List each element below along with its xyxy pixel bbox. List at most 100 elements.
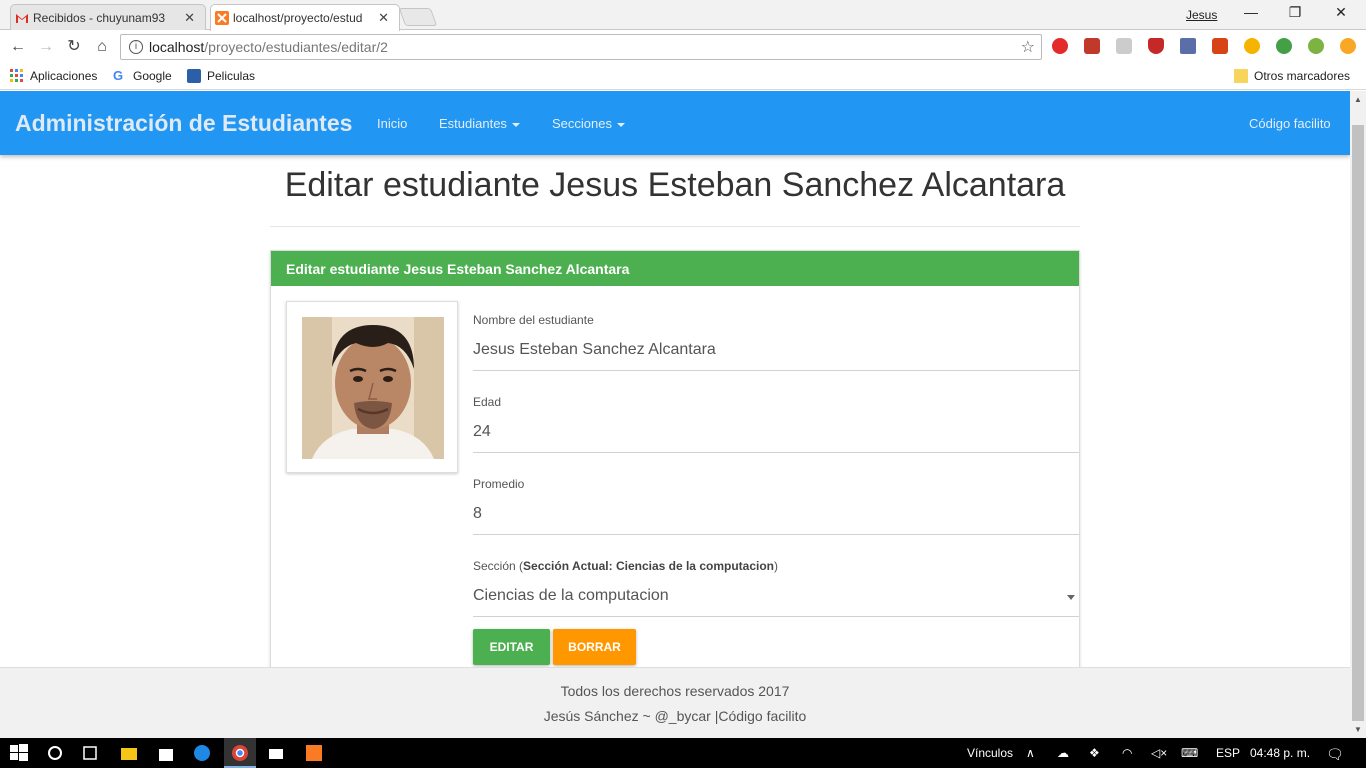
- close-window-icon[interactable]: ✕: [1326, 4, 1356, 21]
- google-icon: G: [113, 68, 124, 83]
- nav-label: Secciones: [552, 116, 612, 131]
- folder-icon: [1234, 69, 1248, 83]
- section-selected-value: Ciencias de la computacion: [473, 587, 669, 604]
- nav-link-codigo-facilito[interactable]: Código facilito: [1249, 116, 1331, 131]
- windows-taskbar: Vínculos ∧ ☁ ❖ ◠ ◁× ⌨ ESP 04:48 p. m. 🗨: [0, 738, 1366, 768]
- close-icon[interactable]: ✕: [372, 10, 389, 26]
- nav-link-inicio[interactable]: Inicio: [377, 116, 407, 131]
- scrollbar-thumb[interactable]: [1352, 125, 1364, 721]
- edge-icon[interactable]: [193, 744, 211, 762]
- chevron-down-icon: [1067, 595, 1075, 600]
- translate-icon[interactable]: [1308, 38, 1324, 54]
- section-select[interactable]: Ciencias de la computacion: [473, 587, 1079, 617]
- bookmark-apps[interactable]: Aplicaciones: [10, 69, 97, 83]
- section-label: Sección (Sección Actual: Ciencias de la …: [473, 559, 778, 573]
- bookmarks-bar: Aplicaciones G Google Peliculas Otros ma…: [0, 64, 1366, 90]
- tab-label: Recibidos - chuyunam93: [33, 10, 166, 25]
- language-indicator[interactable]: ESP: [1216, 746, 1240, 760]
- scroll-down-icon[interactable]: ▼: [1354, 725, 1362, 734]
- delete-button[interactable]: BORRAR: [553, 629, 636, 665]
- alert-icon[interactable]: [1340, 38, 1356, 54]
- search-icon[interactable]: [46, 744, 64, 762]
- edit-student-panel: Editar estudiante Jesus Esteban Sanchez …: [270, 250, 1080, 738]
- page-scrollbar[interactable]: ▲ ▼: [1350, 91, 1366, 738]
- close-icon[interactable]: ✕: [178, 10, 195, 26]
- page-footer: Todos los derechos reservados 2017 Jesús…: [0, 667, 1350, 738]
- store-icon[interactable]: [157, 744, 175, 762]
- app-navbar: Administración de Estudiantes Inicio Est…: [0, 91, 1350, 155]
- info-icon[interactable]: i: [129, 40, 143, 54]
- tab-label: localhost/proyecto/estud: [233, 11, 363, 25]
- tab-gmail[interactable]: Recibidos - chuyunam93 ✕: [10, 4, 206, 30]
- grid-extension-icon[interactable]: [1180, 38, 1196, 54]
- address-bar[interactable]: i localhost/proyecto/estudiantes/editar/…: [120, 34, 1042, 60]
- links-toolbar[interactable]: Vínculos: [967, 746, 1013, 760]
- page-title: Editar estudiante Jesus Esteban Sanchez …: [284, 166, 1066, 204]
- divider: [270, 226, 1080, 227]
- globe-icon[interactable]: [1276, 38, 1292, 54]
- name-label: Nombre del estudiante: [473, 313, 594, 327]
- xampp-icon: [215, 11, 229, 25]
- apps-grid-icon: [10, 69, 23, 82]
- bookmark-label: Google: [133, 69, 172, 83]
- volume-muted-icon[interactable]: ◁×: [1151, 746, 1167, 760]
- restore-icon[interactable]: ❐: [1280, 4, 1310, 21]
- cloud-icon[interactable]: ☁: [1057, 746, 1069, 760]
- task-view-icon[interactable]: [81, 744, 99, 762]
- home-icon[interactable]: ⌂: [92, 37, 112, 57]
- age-label: Edad: [473, 395, 502, 409]
- nav-dropdown-secciones[interactable]: Secciones: [552, 116, 625, 131]
- bookmark-label: Otros marcadores: [1254, 69, 1351, 83]
- file-explorer-icon[interactable]: [120, 744, 138, 762]
- wappalyzer-icon[interactable]: [1212, 38, 1228, 54]
- bookmark-label: Peliculas: [207, 69, 256, 83]
- windows-start-icon[interactable]: [10, 744, 28, 762]
- name-field[interactable]: Jesus Esteban Sanchez Alcantara: [473, 341, 1079, 371]
- nav-dropdown-estudiantes[interactable]: Estudiantes: [439, 116, 520, 131]
- ublock-icon[interactable]: [1148, 38, 1164, 54]
- edit-button[interactable]: EDITAR: [473, 629, 550, 665]
- clock[interactable]: 04:48 p. m.: [1250, 746, 1310, 760]
- adblock-icon[interactable]: [1084, 38, 1100, 54]
- chrome-extension-icon[interactable]: [1244, 38, 1260, 54]
- url-host: localhost: [149, 39, 205, 55]
- bookmark-label: Aplicaciones: [30, 69, 98, 83]
- scroll-up-icon[interactable]: ▲: [1354, 95, 1362, 104]
- bookmark-star-icon[interactable]: ☆: [1021, 37, 1035, 57]
- gmail-icon: [16, 14, 28, 23]
- age-field[interactable]: 24: [473, 423, 1079, 453]
- opera-icon[interactable]: [1052, 38, 1068, 54]
- section-label-current: Sección Actual: Ciencias de la computaci…: [523, 559, 774, 573]
- chrome-icon[interactable]: [231, 744, 249, 762]
- average-label: Promedio: [473, 477, 525, 491]
- forward-arrow-icon[interactable]: →: [36, 37, 56, 57]
- xampp-taskbar-icon[interactable]: [305, 744, 323, 762]
- average-field[interactable]: 8: [473, 505, 1079, 535]
- chevron-down-icon: [616, 122, 625, 127]
- mail-icon[interactable]: [267, 744, 285, 762]
- new-tab-button[interactable]: [398, 8, 438, 26]
- tab-localhost[interactable]: localhost/proyecto/estud ✕: [210, 4, 400, 31]
- nav-label: Estudiantes: [439, 116, 507, 131]
- bookmark-other[interactable]: Otros marcadores: [1234, 69, 1350, 83]
- panel-heading: Editar estudiante Jesus Esteban Sanchez …: [271, 251, 1079, 286]
- section-label-prefix: Sección (: [473, 559, 524, 573]
- bookmark-peliculas[interactable]: Peliculas: [187, 69, 255, 83]
- reload-icon[interactable]: ↻: [64, 37, 84, 57]
- minimize-icon[interactable]: —: [1236, 4, 1266, 20]
- footer-credits: Jesús Sánchez ~ @_bycar |Código facilito: [543, 708, 807, 724]
- bookmark-google[interactable]: G Google: [113, 68, 172, 84]
- student-photo-thumbnail: [286, 301, 458, 473]
- wifi-icon[interactable]: ◠: [1122, 746, 1132, 760]
- notifications-icon[interactable]: 🗨: [1326, 746, 1344, 763]
- back-arrow-icon[interactable]: ←: [8, 37, 28, 57]
- navbar-brand[interactable]: Administración de Estudiantes: [15, 110, 352, 137]
- browser-tab-strip: Recibidos - chuyunam93 ✕ localhost/proye…: [0, 0, 1366, 31]
- dropbox-icon[interactable]: ❖: [1089, 746, 1100, 760]
- extension-icon[interactable]: [1116, 38, 1132, 54]
- page-viewport: Administración de Estudiantes Inicio Est…: [0, 91, 1350, 738]
- chevron-down-icon: [511, 122, 520, 127]
- profile-user[interactable]: Jesus: [1186, 8, 1217, 22]
- chevron-up-icon[interactable]: ∧: [1026, 746, 1035, 760]
- keyboard-icon[interactable]: ⌨: [1181, 746, 1198, 760]
